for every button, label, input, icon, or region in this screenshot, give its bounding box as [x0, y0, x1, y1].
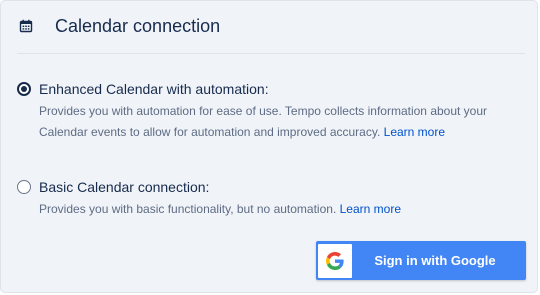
google-g-icon [318, 243, 352, 278]
enhanced-description-line1: Provides you with automation for ease of… [39, 104, 488, 118]
basic-calendar-label[interactable]: Basic Calendar connection: [39, 178, 209, 196]
basic-calendar-description: Provides you with basic functionality, b… [39, 199, 517, 220]
enhanced-learn-more-link[interactable]: Learn more [384, 125, 445, 139]
enhanced-calendar-description: Provides you with automation for ease of… [39, 101, 517, 143]
calendar-connection-panel: Calendar connection Enhanced Calendar wi… [0, 0, 538, 293]
google-button-label: Sign in with Google [374, 253, 496, 268]
panel-header: Calendar connection [19, 15, 220, 37]
basic-description-text: Provides you with basic functionality, b… [39, 202, 337, 216]
basic-calendar-radio[interactable] [17, 180, 31, 194]
option-enhanced-calendar[interactable]: Enhanced Calendar with automation: Provi… [17, 80, 517, 143]
header-divider [17, 53, 525, 54]
option-basic-calendar[interactable]: Basic Calendar connection: Provides you … [17, 178, 517, 220]
basic-learn-more-link[interactable]: Learn more [340, 202, 401, 216]
page-title: Calendar connection [55, 16, 221, 36]
calendar-icon [19, 19, 33, 33]
enhanced-calendar-label[interactable]: Enhanced Calendar with automation: [39, 80, 269, 98]
sign-in-with-google-button[interactable]: Sign in with Google [316, 241, 526, 280]
enhanced-description-line2: Calendar events to allow for automation … [39, 125, 381, 139]
enhanced-calendar-radio[interactable] [17, 82, 31, 96]
radio-selected-dot [21, 86, 27, 92]
